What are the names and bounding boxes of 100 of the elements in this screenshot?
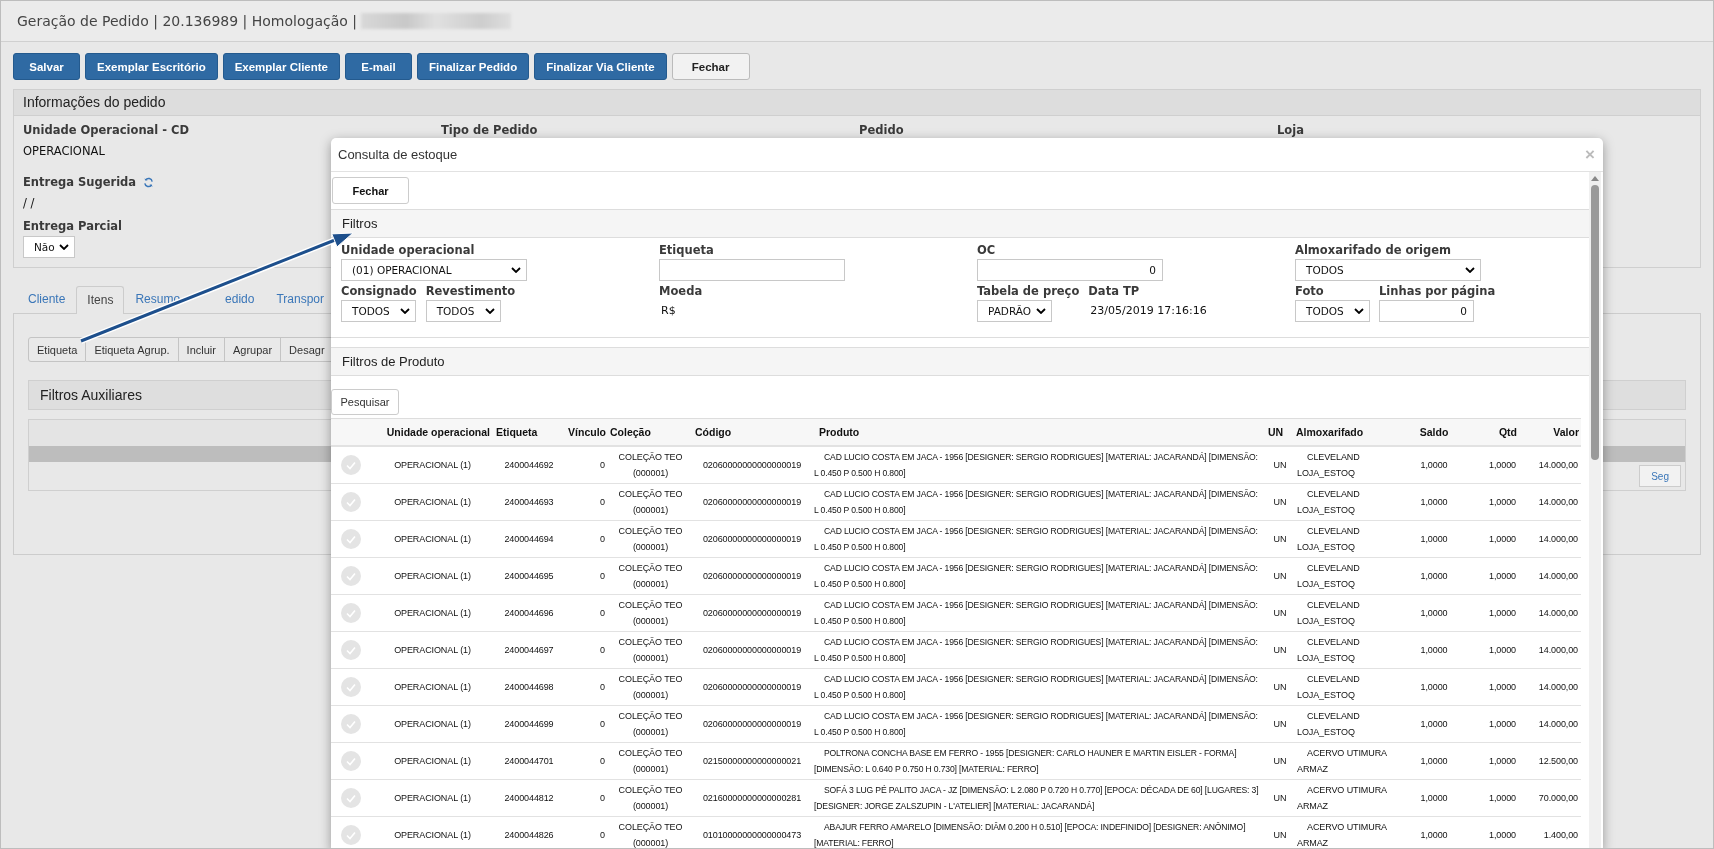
table-cell: 14.000,00 xyxy=(1519,520,1581,557)
field-label: Moeda xyxy=(659,283,703,300)
field-value: R$ xyxy=(660,303,677,319)
table-cell: SOFÁ 3 LUG PÉ PALITO JACA - JZ [DIMENSÃO: L 2.080 P 0.720 H 0.770] [EPOCA: DÉCADA DE 60] [LUGARES: 3] [DESIGNER: JORGE ZALSZUPIN - L'ATELIER] [MATERIAL: JACARANDÁ] xyxy=(811,779,1266,816)
table-cell: 02060000000000000019 xyxy=(693,557,811,594)
table-cell: 1,0000 xyxy=(1464,742,1519,779)
section-header: Filtros xyxy=(331,209,1589,238)
table-cell: 2400044812 xyxy=(494,779,564,816)
table-cell: CLEVELAND LOJA_ESTOQ xyxy=(1294,594,1404,631)
table-cell: COLEÇÃO TEO (000001) xyxy=(608,594,693,631)
table-cell: OPERACIONAL (1) xyxy=(371,446,494,483)
table-cell: 0 xyxy=(564,483,608,520)
column-header: Valor xyxy=(1519,418,1581,446)
table-cell: 2400044697 xyxy=(494,631,564,668)
table-cell: UN xyxy=(1266,557,1294,594)
table-cell: CLEVELAND LOJA_ESTOQ xyxy=(1294,446,1404,483)
table-cell: 1,0000 xyxy=(1464,816,1519,848)
table-cell: 02060000000000000019 xyxy=(693,483,811,520)
table-cell: 0 xyxy=(564,631,608,668)
table-cell: UN xyxy=(1266,668,1294,705)
field-label: Entrega Parcial xyxy=(23,219,123,233)
table-cell: 02060000000000000019 xyxy=(693,668,811,705)
table-cell: COLEÇÃO TEO (000001) xyxy=(608,446,693,483)
table-cell: 02150000000000000021 xyxy=(693,742,811,779)
table-cell: 0 xyxy=(564,520,608,557)
table-cell: COLEÇÃO TEO (000001) xyxy=(608,631,693,668)
table-cell: 02060000000000000019 xyxy=(693,594,811,631)
field-label: OC xyxy=(977,242,997,259)
table-cell: UN xyxy=(1266,631,1294,668)
field-value: / / xyxy=(23,195,35,212)
table-cell: 1.400,00 xyxy=(1519,816,1581,848)
table-cell: CLEVELAND LOJA_ESTOQ xyxy=(1294,705,1404,742)
table-cell: 02060000000000000019 xyxy=(693,705,811,742)
table-cell: 02060000000000000019 xyxy=(693,631,811,668)
table-cell: 1,0000 xyxy=(1464,446,1519,483)
table-cell: UN xyxy=(1266,446,1294,483)
table-cell: 1,0000 xyxy=(1464,483,1519,520)
table-cell: 1,0000 xyxy=(1404,557,1464,594)
table-cell: UN xyxy=(1266,779,1294,816)
table-cell: COLEÇÃO TEO (000001) xyxy=(608,742,693,779)
table-cell: OPERACIONAL (1) xyxy=(371,594,494,631)
table-cell: ACERVO UTIMURA ARMAZ xyxy=(1294,742,1404,779)
table-cell: 01010000000000000473 xyxy=(693,816,811,848)
table-cell: CAD LUCIO COSTA EM JACA - 1956 [DESIGNER: SERGIO RODRIGUES] [MATERIAL: JACARANDÁ] [DIMENSÃO: L 0.450 P 0.500 H 0.800] xyxy=(811,446,1266,483)
table-cell: 1,0000 xyxy=(1404,668,1464,705)
table-cell: 14.000,00 xyxy=(1519,668,1581,705)
table-cell: 2400044692 xyxy=(494,446,564,483)
table-cell: 2400044698 xyxy=(494,668,564,705)
column-header: Etiqueta xyxy=(494,418,564,446)
table-cell: 1,0000 xyxy=(1464,668,1519,705)
table-cell: CAD LUCIO COSTA EM JACA - 1956 [DESIGNER: SERGIO RODRIGUES] [MATERIAL: JACARANDÁ] [DIMENSÃO: L 0.450 P 0.500 H 0.800] xyxy=(811,594,1266,631)
field-label: Pedido xyxy=(859,123,904,137)
table-cell: UN xyxy=(1266,742,1294,779)
field-value: OPERACIONAL xyxy=(23,143,105,160)
table-cell: COLEÇÃO TEO (000001) xyxy=(608,816,693,848)
table-cell: 2400044693 xyxy=(494,483,564,520)
table-cell: CLEVELAND LOJA_ESTOQ xyxy=(1294,520,1404,557)
field-value: 23/05/2019 17:16:16 xyxy=(1089,303,1207,319)
field-label: Consignado xyxy=(341,283,417,300)
table-cell: CLEVELAND LOJA_ESTOQ xyxy=(1294,631,1404,668)
field-label: Etiqueta xyxy=(659,242,715,259)
table-cell: CAD LUCIO COSTA EM JACA - 1956 [DESIGNER: SERGIO RODRIGUES] [MATERIAL: JACARANDÁ] [DIMENSÃO: L 0.450 P 0.500 H 0.800] xyxy=(811,483,1266,520)
table-cell: OPERACIONAL (1) xyxy=(371,631,494,668)
field-label: Entrega Sugerida xyxy=(23,175,137,189)
table-cell: 14.000,00 xyxy=(1519,705,1581,742)
table-cell: UN xyxy=(1266,483,1294,520)
table-cell: 14.000,00 xyxy=(1519,446,1581,483)
field-label: Data TP xyxy=(1088,283,1141,300)
table-cell: UN xyxy=(1266,705,1294,742)
table-cell: COLEÇÃO TEO (000001) xyxy=(608,557,693,594)
column-header: UN xyxy=(1266,418,1294,446)
table-cell: ACERVO UTIMURA ARMAZ xyxy=(1294,816,1404,848)
table-cell: 0 xyxy=(564,446,608,483)
table-cell: 0 xyxy=(564,668,608,705)
table-cell: 0 xyxy=(564,594,608,631)
table-cell: OPERACIONAL (1) xyxy=(371,668,494,705)
table-cell: 1,0000 xyxy=(1464,520,1519,557)
column-header: Qtd xyxy=(1464,418,1519,446)
column-header: Unidade operacional xyxy=(371,418,494,446)
table-cell: OPERACIONAL (1) xyxy=(371,483,494,520)
table-cell: 1,0000 xyxy=(1404,816,1464,848)
table-cell: UN xyxy=(1266,816,1294,848)
section-header: Filtros de Produto xyxy=(331,347,1589,376)
table-cell: COLEÇÃO TEO (000001) xyxy=(608,705,693,742)
table-cell: 2400044699 xyxy=(494,705,564,742)
table-cell: 0 xyxy=(564,779,608,816)
field-label: Linhas por página xyxy=(1379,283,1496,300)
table-cell: POLTRONA CONCHA BASE EM FERRO - 1955 [DESIGNER: CARLO HAUNER E MARTIN EISLER - FORMA] [DIMENSÃO: L 0.640 P 0.750 H 0.730] [MATERIAL: FERRO] xyxy=(811,742,1266,779)
table-cell: 2400044694 xyxy=(494,520,564,557)
table-cell: 1,0000 xyxy=(1464,779,1519,816)
table-cell: CAD LUCIO COSTA EM JACA - 1956 [DESIGNER: SERGIO RODRIGUES] [MATERIAL: JACARANDÁ] [DIMENSÃO: L 0.450 P 0.500 H 0.800] xyxy=(811,668,1266,705)
table-cell: 1,0000 xyxy=(1404,483,1464,520)
table-cell: 14.000,00 xyxy=(1519,557,1581,594)
column-header: Código xyxy=(693,418,811,446)
table-cell: CAD LUCIO COSTA EM JACA - 1956 [DESIGNER: SERGIO RODRIGUES] [MATERIAL: JACARANDÁ] [DIMENSÃO: L 0.450 P 0.500 H 0.800] xyxy=(811,520,1266,557)
column-header: Produto xyxy=(811,418,1266,446)
table-cell: CAD LUCIO COSTA EM JACA - 1956 [DESIGNER: SERGIO RODRIGUES] [MATERIAL: JACARANDÁ] [DIMENSÃO: L 0.450 P 0.500 H 0.800] xyxy=(811,631,1266,668)
table-cell: OPERACIONAL (1) xyxy=(371,816,494,848)
table-cell: OPERACIONAL (1) xyxy=(371,742,494,779)
field-label: Revestimento xyxy=(425,283,516,300)
